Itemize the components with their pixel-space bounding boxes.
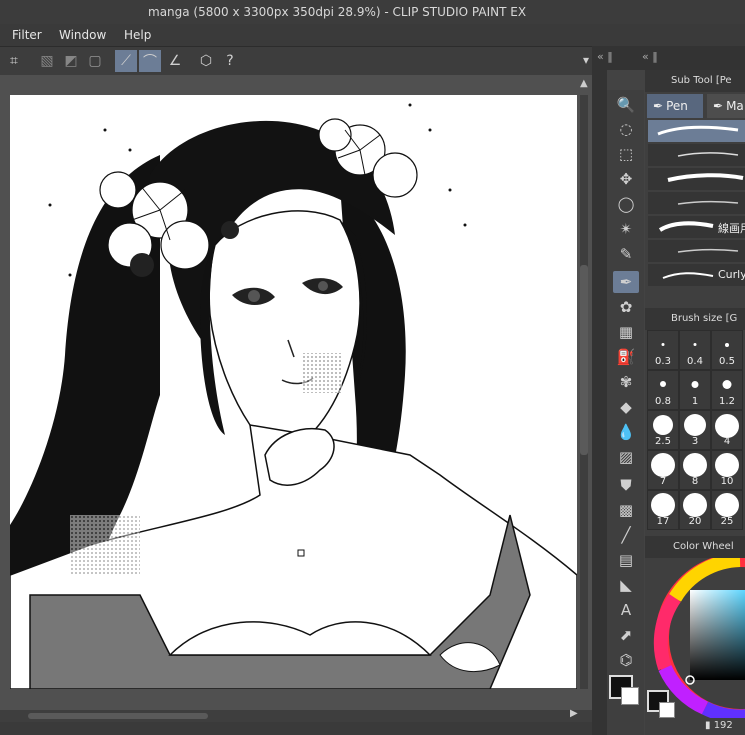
brush-size-cell[interactable]: 3 — [679, 410, 711, 450]
brush-stroke-2[interactable] — [648, 144, 745, 166]
brush-stroke-curly[interactable]: Curly — [648, 264, 745, 286]
menu-window[interactable]: Window — [59, 28, 106, 42]
3d-model-icon[interactable]: ⬡ — [195, 50, 217, 72]
pencil-icon[interactable]: ✿ — [613, 296, 639, 318]
pen-tab-icon: ✒ — [653, 99, 664, 113]
tab-pen[interactable]: ✒ Pen — [647, 94, 703, 118]
crop-icon[interactable]: ▢ — [84, 50, 106, 72]
canvas-area[interactable]: ▲ — [0, 75, 592, 722]
brush-size-cell[interactable]: 0.8 — [647, 370, 679, 410]
brush-size-header-label: Brush size [G — [671, 313, 738, 324]
move-icon[interactable]: ✥ — [613, 168, 639, 190]
brush-stroke-3[interactable] — [648, 168, 745, 190]
collapse-arrow-icon[interactable]: ▾ — [583, 53, 589, 67]
ruler-snap-icon[interactable]: ⟋ — [115, 50, 137, 72]
subtool-header-label: Sub Tool [Pe — [671, 75, 732, 86]
clear-selection-icon[interactable]: ▧ — [36, 50, 58, 72]
horizontal-scroll-thumb[interactable] — [28, 713, 208, 719]
color-sub-swatch[interactable] — [659, 702, 675, 718]
window-title: manga (5800 x 3300px 350dpi 28.9%) - CLI… — [148, 5, 527, 19]
correct-line-icon[interactable]: ⬈ — [613, 624, 639, 646]
menu-help[interactable]: Help — [124, 28, 151, 42]
grid-snap-icon[interactable]: ∠ — [164, 50, 186, 72]
text-icon[interactable]: A — [613, 599, 639, 621]
brush-stroke-1[interactable] — [648, 120, 745, 142]
eyedropper-icon[interactable]: ✎ — [613, 243, 639, 265]
operation-icon[interactable]: ⬚ — [613, 143, 639, 165]
subtool-panel-header: Sub Tool [Pe — [645, 70, 745, 92]
color-wheel-panel-header: Color Wheel — [645, 536, 745, 558]
brush-size-cell[interactable]: 8 — [679, 450, 711, 490]
h-marker-icon: ▮ — [705, 720, 714, 731]
auto-select-icon[interactable]: ✴ — [613, 218, 639, 240]
artwork-canvas[interactable] — [10, 95, 577, 689]
brush-label-curly: Curly — [718, 268, 745, 281]
lasso-icon[interactable]: ◯ — [613, 193, 639, 215]
brush-size-cell[interactable]: 4 — [711, 410, 743, 450]
fill-icon[interactable]: ▨ — [613, 446, 639, 468]
scroll-up-arrow-icon[interactable]: ▲ — [580, 78, 588, 89]
brush-size-cell[interactable]: 25 — [711, 490, 743, 530]
eraser-icon[interactable]: ◆ — [613, 396, 639, 418]
brush-size-cell[interactable]: 20 — [679, 490, 711, 530]
brush-size-cell[interactable]: 0.3 — [647, 330, 679, 370]
panel-grip-icon-2[interactable]: « ‖ — [642, 50, 658, 63]
brush-size-panel-header: Brush size [G — [645, 308, 745, 330]
brush-size-cell[interactable]: 2.5 — [647, 410, 679, 450]
help-icon[interactable]: ? — [219, 50, 241, 72]
menu-filter[interactable]: Filter — [12, 28, 42, 42]
brush-stroke-kanji[interactable]: 線画用 — [648, 216, 745, 238]
frame-icon[interactable]: ▤ — [613, 549, 639, 571]
brush-stroke-4[interactable] — [648, 192, 745, 214]
panel-dock-header: « ‖ « ‖ — [592, 46, 745, 70]
decoration-icon[interactable]: ✾ — [613, 371, 639, 393]
menu-bar: Filter Window Help — [0, 24, 745, 46]
color-value: 192 — [713, 720, 733, 731]
command-bar: ⌗ ▧ ◩ ▢ ⟋ ⌒ ∠ ⬡ ? ▾ — [0, 46, 600, 76]
color-wheel-header-label: Color Wheel — [673, 541, 734, 552]
invert-selection-icon[interactable]: ◩ — [60, 50, 82, 72]
right-panel: Sub Tool [Pe ✒Pen ✒Ma 線画用 Curly Brush si… — [645, 70, 745, 735]
brush-size-cell[interactable]: 1 — [679, 370, 711, 410]
tool-palette: 🔍 ◌ ⬚ ✥ ◯ ✴ ✎ ✒ ✿ ▦ ⛽ ✾ ◆ 💧 ▨ ⛊ ▩ ╱ ▤ ◣ … — [607, 90, 644, 735]
brush-size-cell[interactable]: 0.4 — [679, 330, 711, 370]
selection-icon[interactable]: ◌ — [613, 118, 639, 140]
panel-grip-icon[interactable]: « ‖ — [597, 50, 613, 63]
artwork-illustration — [10, 103, 577, 689]
ruler-icon[interactable]: ◣ — [613, 574, 639, 596]
tab-marker-label: Ma — [726, 99, 744, 113]
blend-icon[interactable]: 💧 — [613, 421, 639, 443]
color-value-readout: ▮ 192 — [705, 720, 733, 731]
brush-size-cell[interactable]: 0.5 — [711, 330, 743, 370]
transform-icon[interactable]: ⌗ — [3, 50, 25, 72]
special-ruler-snap-icon[interactable]: ⌒ — [139, 50, 161, 72]
brush-size-cell[interactable]: 17 — [647, 490, 679, 530]
gradient-icon[interactable]: ▩ — [613, 499, 639, 521]
brush-size-cell[interactable]: 10 — [711, 450, 743, 490]
marker-tab-icon: ✒ — [713, 99, 724, 113]
brush-size-cell[interactable]: 1.2 — [711, 370, 743, 410]
panel-divider[interactable] — [592, 46, 607, 735]
brush-stroke-5[interactable] — [648, 240, 745, 262]
pen-icon[interactable]: ✒ — [613, 271, 639, 293]
vertical-scrollbar[interactable] — [580, 95, 588, 689]
bucket-icon[interactable]: ⛊ — [613, 474, 639, 496]
figure-icon[interactable]: ╱ — [613, 524, 639, 546]
balloon-icon[interactable]: ⌬ — [613, 649, 639, 671]
horizontal-scrollbar[interactable] — [0, 710, 592, 722]
brush-size-cell[interactable]: 7 — [647, 450, 679, 490]
brush-icon[interactable]: ▦ — [613, 321, 639, 343]
status-strip — [0, 722, 600, 735]
vertical-scroll-thumb[interactable] — [580, 265, 588, 455]
brush-label-kanji: 線画用 — [718, 222, 745, 235]
zoom-icon[interactable]: 🔍 — [613, 94, 639, 116]
scroll-right-arrow-icon[interactable]: ▶ — [570, 708, 578, 719]
tab-marker[interactable]: ✒ Ma — [707, 94, 745, 118]
title-bar: manga (5800 x 3300px 350dpi 28.9%) - CLI… — [0, 0, 745, 24]
sub-color-swatch[interactable] — [621, 687, 639, 705]
airbrush-icon[interactable]: ⛽ — [613, 346, 639, 368]
tab-pen-label: Pen — [666, 99, 688, 113]
